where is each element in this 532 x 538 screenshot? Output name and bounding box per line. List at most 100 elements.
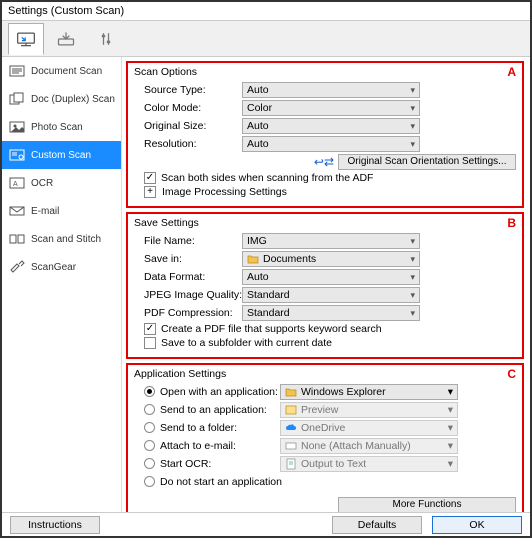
chevron-down-icon: ▾ xyxy=(448,439,453,453)
content-area: A Scan Options Source Type: Auto▾ Color … xyxy=(122,57,530,512)
text-icon xyxy=(285,458,297,470)
checkbox-icon: ✓ xyxy=(144,172,156,184)
image-processing-label: Image Processing Settings xyxy=(162,186,287,198)
folder-icon xyxy=(247,253,259,265)
attach-email-select[interactable]: None (Attach Manually) ▾ xyxy=(280,438,458,454)
radio-send-folder[interactable] xyxy=(144,422,155,433)
tab-general-settings[interactable] xyxy=(88,23,124,55)
app-settings-group: C Application Settings Open with an appl… xyxy=(126,363,524,512)
open-with-label: Open with an application: xyxy=(160,386,280,398)
create-pdf-checkbox[interactable]: ✓ Create a PDF file that supports keywor… xyxy=(134,323,516,335)
send-app-select[interactable]: Preview ▾ xyxy=(280,402,458,418)
scangear-icon xyxy=(8,260,26,274)
ok-button[interactable]: OK xyxy=(432,516,522,534)
radio-open-with[interactable] xyxy=(144,386,155,397)
chevron-down-icon: ▾ xyxy=(410,137,415,151)
open-with-select[interactable]: Windows Explorer ▾ xyxy=(280,384,458,400)
chevron-down-icon: ▾ xyxy=(448,421,453,435)
sidebar-item-ocr[interactable]: A OCR xyxy=(2,169,121,197)
subfolder-label: Save to a subfolder with current date xyxy=(161,337,332,349)
custom-icon xyxy=(8,148,26,162)
data-format-label: Data Format: xyxy=(134,271,242,283)
sidebar-item-custom-scan[interactable]: Custom Scan xyxy=(2,141,121,169)
scan-both-sides-checkbox[interactable]: ✓ Scan both sides when scanning from the… xyxy=(134,172,516,184)
jpeg-quality-label: JPEG Image Quality: xyxy=(134,289,242,301)
sidebar-item-label: Doc (Duplex) Scan xyxy=(31,94,115,105)
send-folder-label: Send to a folder: xyxy=(160,422,280,434)
save-settings-group: B Save Settings File Name: IMG▾ Save in:… xyxy=(126,212,524,359)
send-app-label: Send to an application: xyxy=(160,404,280,416)
original-size-label: Original Size: xyxy=(134,120,242,132)
window-title: Settings (Custom Scan) xyxy=(2,2,530,21)
chevron-down-icon: ▾ xyxy=(410,101,415,115)
svg-text:A: A xyxy=(13,181,18,188)
chevron-down-icon: ▾ xyxy=(448,403,453,417)
radio-start-ocr[interactable] xyxy=(144,458,155,469)
source-type-select[interactable]: Auto▾ xyxy=(242,82,420,98)
no-start-label: Do not start an application xyxy=(160,476,282,488)
stitch-icon xyxy=(8,232,26,246)
file-name-label: File Name: xyxy=(134,235,242,247)
sidebar-item-email[interactable]: E-mail xyxy=(2,197,121,225)
refresh-icon[interactable]: ↩⇄ xyxy=(314,155,334,169)
save-in-label: Save in: xyxy=(134,253,242,265)
toolbar xyxy=(2,21,530,57)
chevron-down-icon: ▾ xyxy=(410,119,415,133)
defaults-button[interactable]: Defaults xyxy=(332,516,422,534)
jpeg-quality-select[interactable]: Standard▾ xyxy=(242,287,420,303)
more-functions-button[interactable]: More Functions xyxy=(338,497,516,513)
chevron-down-icon: ▾ xyxy=(410,234,415,248)
radio-attach-email[interactable] xyxy=(144,440,155,451)
sidebar-item-label: Document Scan xyxy=(31,66,102,77)
mail-icon xyxy=(285,440,297,452)
start-ocr-select[interactable]: Output to Text ▾ xyxy=(280,456,458,472)
color-mode-select[interactable]: Color▾ xyxy=(242,100,420,116)
tab-scan-from-panel[interactable] xyxy=(48,23,84,55)
sidebar-item-label: Scan and Stitch xyxy=(31,234,101,245)
tab-scan-from-computer[interactable] xyxy=(8,23,44,55)
sidebar-item-label: OCR xyxy=(31,178,53,189)
annotation-a: A xyxy=(507,65,516,79)
onedrive-icon xyxy=(285,422,297,434)
pdf-compression-select[interactable]: Standard▾ xyxy=(242,305,420,321)
instructions-button[interactable]: Instructions xyxy=(10,516,100,534)
save-in-select[interactable]: Documents ▾ xyxy=(242,251,420,267)
sidebar-item-doc-duplex[interactable]: Doc (Duplex) Scan xyxy=(2,85,121,113)
chevron-down-icon: ▾ xyxy=(410,288,415,302)
send-folder-select[interactable]: OneDrive ▾ xyxy=(280,420,458,436)
sidebar-item-document-scan[interactable]: Document Scan xyxy=(2,57,121,85)
original-size-select[interactable]: Auto▾ xyxy=(242,118,420,134)
footer: Instructions Defaults OK xyxy=(2,512,530,536)
save-settings-title: Save Settings xyxy=(134,217,516,229)
annotation-c: C xyxy=(507,367,516,381)
attach-email-label: Attach to e-mail: xyxy=(160,440,280,452)
sidebar-item-photo-scan[interactable]: Photo Scan xyxy=(2,113,121,141)
chevron-down-icon: ▾ xyxy=(410,83,415,97)
data-format-select[interactable]: Auto▾ xyxy=(242,269,420,285)
ocr-icon: A xyxy=(8,176,26,190)
sidebar-item-scan-stitch[interactable]: Scan and Stitch xyxy=(2,225,121,253)
sidebar-item-scangear[interactable]: ScanGear xyxy=(2,253,121,281)
orientation-settings-button[interactable]: Original Scan Orientation Settings... xyxy=(338,154,516,170)
subfolder-checkbox[interactable]: Save to a subfolder with current date xyxy=(134,337,516,349)
file-name-input[interactable]: IMG▾ xyxy=(242,233,420,249)
resolution-select[interactable]: Auto▾ xyxy=(242,136,420,152)
chevron-down-icon: ▾ xyxy=(410,252,415,266)
source-type-label: Source Type: xyxy=(134,84,242,96)
radio-send-app[interactable] xyxy=(144,404,155,415)
explorer-icon xyxy=(285,386,297,398)
sidebar-item-label: ScanGear xyxy=(31,262,76,273)
resolution-label: Resolution: xyxy=(134,138,242,150)
chevron-down-icon: ▾ xyxy=(448,385,453,399)
app-settings-title: Application Settings xyxy=(134,368,516,380)
duplex-icon xyxy=(8,92,26,106)
document-icon xyxy=(8,64,26,78)
radio-no-start[interactable] xyxy=(144,476,155,487)
image-processing-expander[interactable]: + Image Processing Settings xyxy=(134,186,516,198)
expand-icon: + xyxy=(144,186,156,198)
chevron-down-icon: ▾ xyxy=(410,306,415,320)
annotation-b: B xyxy=(507,216,516,230)
sidebar: Document Scan Doc (Duplex) Scan Photo Sc… xyxy=(2,57,122,512)
chevron-down-icon: ▾ xyxy=(448,457,453,471)
email-icon xyxy=(8,204,26,218)
